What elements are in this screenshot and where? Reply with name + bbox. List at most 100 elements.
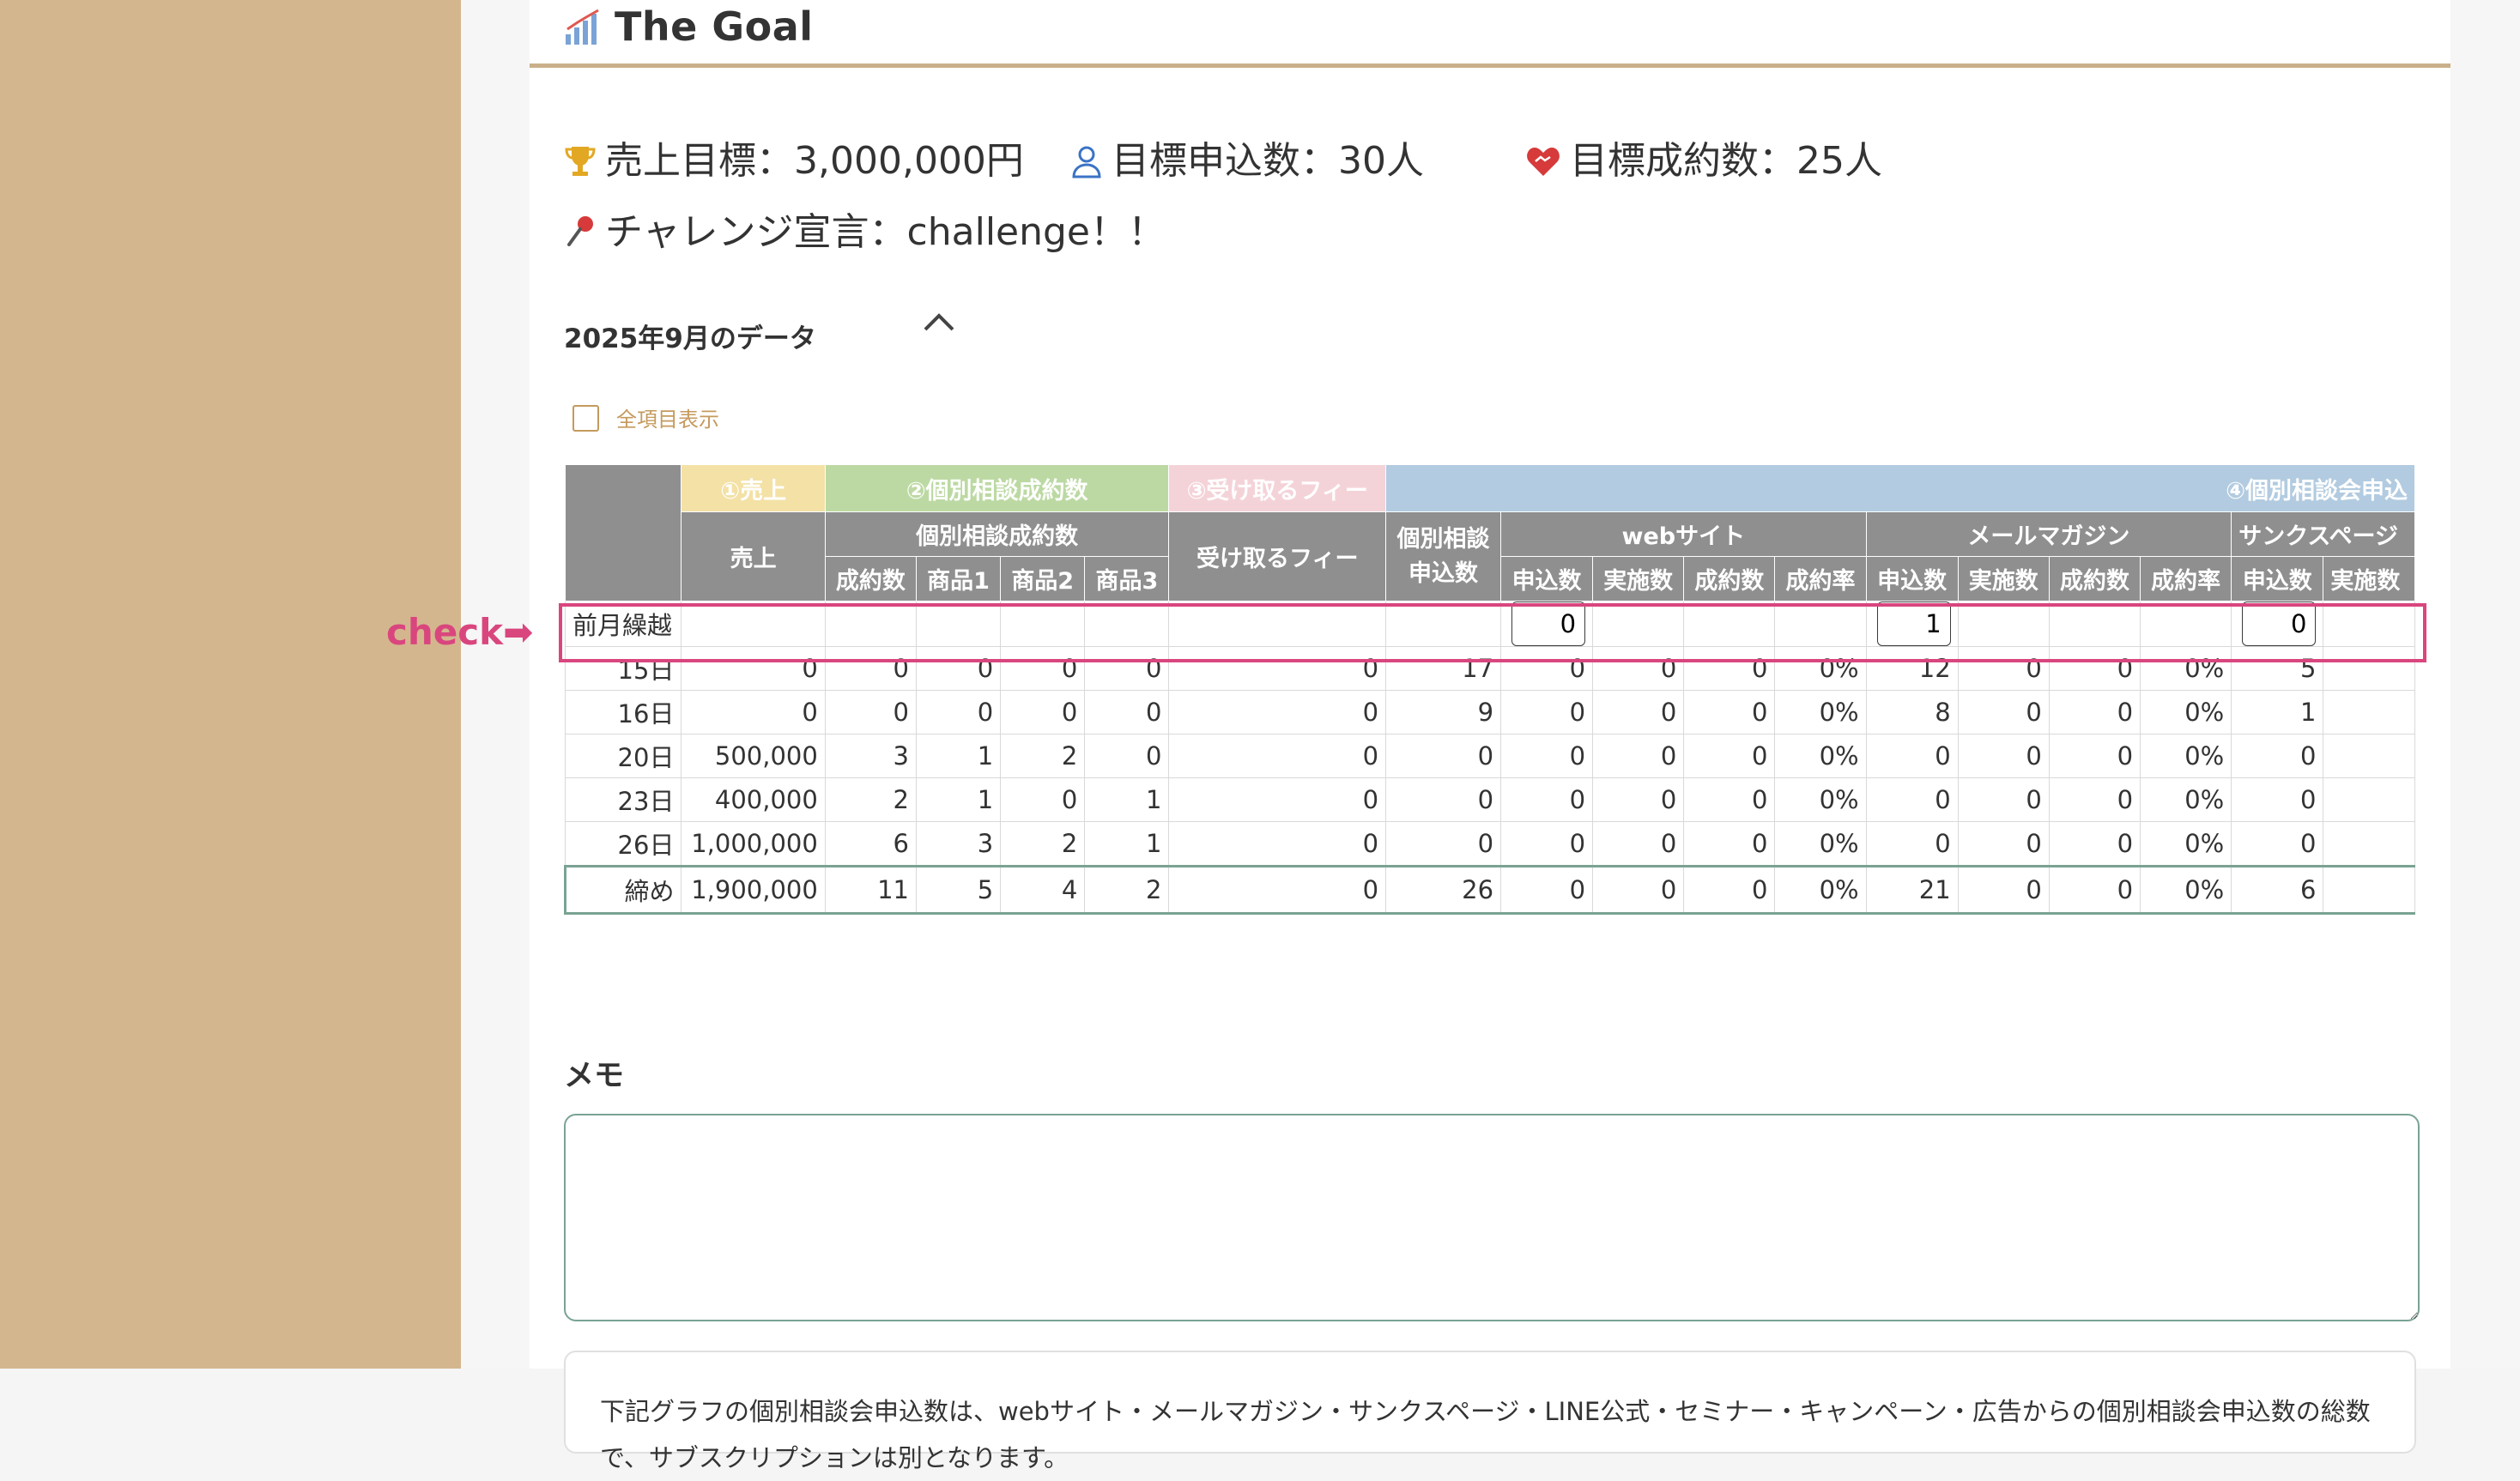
table-cell bbox=[824, 601, 918, 647]
header-mailmag: メールマガジン bbox=[1865, 511, 2232, 557]
carryover-website-input[interactable] bbox=[1511, 601, 1586, 646]
header-contracts: 個別相談成約数 bbox=[824, 511, 1170, 557]
table-cell: 0% bbox=[2140, 646, 2232, 691]
table-cell: 0% bbox=[2140, 821, 2232, 867]
table-cell: 0 bbox=[2048, 690, 2141, 734]
sub-header: 成約率 bbox=[2140, 556, 2232, 601]
table-cell: 5 bbox=[2231, 646, 2324, 691]
table-cell: 0 bbox=[1683, 646, 1776, 691]
table-cell bbox=[2323, 690, 2415, 734]
group-row: 売上 個別相談成約数 受け取るフィー 個別相談 申込数 webサイト メールマガジ… bbox=[566, 511, 2415, 601]
monthly-data-table-wrapper[interactable]: ①売上 ②個別相談成約数 ③受け取るフィー ④個別相談会申込 売上 個別相談成約… bbox=[564, 464, 2415, 1005]
table-cell bbox=[1168, 601, 1387, 647]
table-cell: 0 bbox=[2048, 821, 2141, 867]
category-consult-apply: ④個別相談会申込 bbox=[1385, 464, 2415, 512]
sub-header: 成約率 bbox=[1774, 556, 1867, 601]
table-cell: 2 bbox=[1000, 734, 1086, 778]
table-cell: 0 bbox=[1000, 646, 1086, 691]
table-cell: 0% bbox=[1774, 690, 1867, 734]
table-cell: 0 bbox=[1683, 865, 1776, 915]
table-cell: 1,900,000 bbox=[681, 865, 826, 915]
table-cell: 2 bbox=[1000, 821, 1086, 867]
table-cell: 6 bbox=[824, 821, 918, 867]
table-cell bbox=[1683, 601, 1776, 647]
sub-header: 商品2 bbox=[1000, 556, 1086, 601]
table-cell: 0 bbox=[824, 690, 918, 734]
table-body: 前月繰越 0 1 0 15日 0 0 0 0 0 0 17 0 0 0 0% 1… bbox=[564, 601, 2415, 915]
table-cell: 0% bbox=[1774, 865, 1867, 915]
table-cell: 0 bbox=[1957, 821, 2050, 867]
sub-header: 申込数 bbox=[2231, 556, 2324, 601]
category-fee: ③受け取るフィー bbox=[1168, 464, 1387, 512]
table-cell: 0 bbox=[1500, 865, 1594, 915]
table-cell bbox=[681, 601, 826, 647]
carryover-mailmag-input[interactable] bbox=[1876, 601, 1951, 646]
header-website: webサイト bbox=[1500, 511, 1867, 557]
table-cell: 26 bbox=[1385, 865, 1502, 915]
sub-header: 申込数 bbox=[1500, 556, 1594, 601]
table-cell: 0% bbox=[1774, 821, 1867, 867]
table-cell: 0 bbox=[1592, 777, 1685, 822]
table-cell bbox=[1592, 601, 1685, 647]
header-consult-line2: 申込数 bbox=[1408, 559, 1479, 587]
table-cell bbox=[2048, 601, 2141, 647]
table-cell bbox=[2323, 646, 2415, 691]
row-label: 26日 bbox=[564, 821, 682, 867]
row-label: 15日 bbox=[564, 646, 682, 691]
table-cell: 8 bbox=[1865, 690, 1959, 734]
header-thanks: サンクスページ bbox=[2231, 511, 2415, 557]
table-cell: 0 bbox=[681, 690, 826, 734]
table-cell: 3 bbox=[915, 821, 1002, 867]
table-cell bbox=[2323, 734, 2415, 778]
table-cell: 0 bbox=[1168, 865, 1387, 915]
table-cell: 0 bbox=[1000, 777, 1086, 822]
table-cell: 0 bbox=[2048, 777, 2141, 822]
table-cell: 0 bbox=[1683, 734, 1776, 778]
carryover-label: 前月繰越 bbox=[564, 601, 682, 647]
table-cell: 0 bbox=[1385, 777, 1502, 822]
table-cell: 0 bbox=[1385, 821, 1502, 867]
table-cell: 0 bbox=[2048, 734, 2141, 778]
header-consult-apply: 個別相談 申込数 bbox=[1385, 511, 1502, 601]
goal-challenge: チャレンジ宣言：challenge！！ bbox=[564, 201, 1166, 256]
table-cell: 1 bbox=[2231, 690, 2324, 734]
table-cell: 1 bbox=[915, 734, 1002, 778]
show-all-label: 全項目表示 bbox=[616, 408, 719, 432]
table-cell: 11 bbox=[824, 865, 918, 915]
table-cell: 0 bbox=[1957, 690, 2050, 734]
category-contracts: ②個別相談成約数 bbox=[824, 464, 1170, 512]
goal-sales: 売上目標：3,000,000円 bbox=[564, 130, 1024, 184]
sub-header: 商品1 bbox=[915, 556, 1002, 601]
table-cell: 0 bbox=[1865, 821, 1959, 867]
table-cell: 0 bbox=[2048, 865, 2141, 915]
table-cell: 0 bbox=[1865, 777, 1959, 822]
table-cell: 1,000,000 bbox=[681, 821, 826, 867]
goal-contracts-text: 目標成約数：25人 bbox=[1570, 139, 1882, 183]
header-fee: 受け取るフィー bbox=[1168, 511, 1387, 601]
memo-textarea[interactable] bbox=[564, 1114, 2420, 1321]
table-cell: 0 bbox=[2231, 777, 2324, 822]
show-all-checkbox[interactable] bbox=[572, 405, 599, 432]
month-title: 2025年9月のデータ bbox=[564, 323, 816, 354]
microphone-icon bbox=[567, 216, 593, 246]
sub-header: 申込数 bbox=[1865, 556, 1959, 601]
sub-header: 実施数 bbox=[1592, 556, 1685, 601]
monthly-data-table: ①売上 ②個別相談成約数 ③受け取るフィー ④個別相談会申込 売上 個別相談成約… bbox=[564, 464, 2415, 915]
row-label: 23日 bbox=[564, 777, 682, 822]
carryover-thanks-input[interactable] bbox=[2242, 601, 2317, 646]
chevron-up-icon[interactable] bbox=[922, 305, 956, 340]
table-cell: 0 bbox=[1957, 777, 2050, 822]
table-cell: 0 bbox=[1683, 821, 1776, 867]
table-cell: 0 bbox=[1957, 734, 2050, 778]
table-cell: 0% bbox=[1774, 646, 1867, 691]
total-row: 締め 1,900,000 11 5 4 2 0 26 0 0 0 0% 21 0 0 0% 6 bbox=[564, 865, 2415, 915]
main-content: The Goal 売上目標：3,000,000円 目標申込数：30人 目標成約数… bbox=[386, 0, 2520, 1472]
table-cell bbox=[1957, 601, 2050, 647]
table-cell: 0 bbox=[1957, 646, 2050, 691]
chart-logo-icon bbox=[566, 9, 599, 45]
header-sales: 売上 bbox=[681, 511, 826, 601]
table-cell: 0 bbox=[1000, 690, 1086, 734]
goal-challenge-text: チャレンジ宣言：challenge！！ bbox=[605, 210, 1166, 254]
show-all-toggle[interactable]: 全項目表示 bbox=[572, 402, 719, 432]
sub-header: 商品3 bbox=[1084, 556, 1170, 601]
